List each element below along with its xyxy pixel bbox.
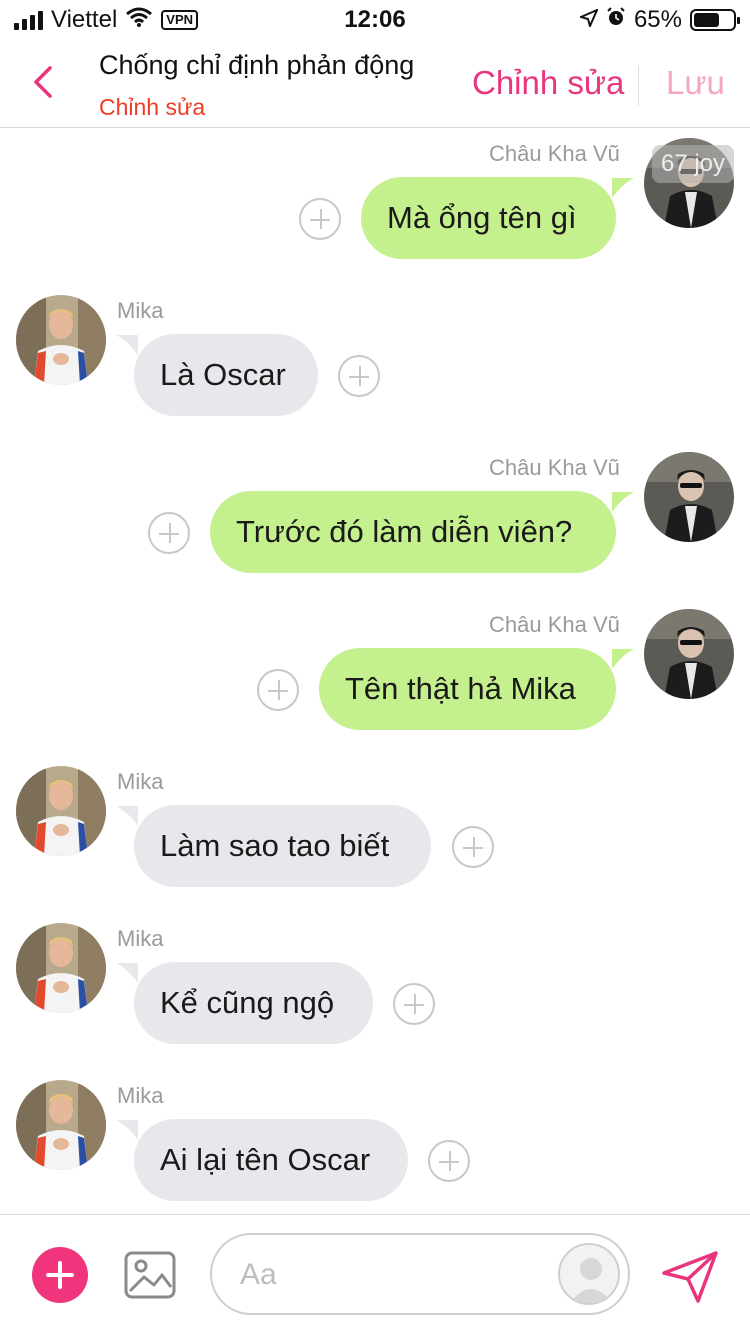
edit-button[interactable]: Chỉnh sửa bbox=[472, 64, 624, 102]
sender-name: Châu Kha Vũ bbox=[489, 141, 620, 166]
message-bubble[interactable]: Mà ổng tên gì bbox=[361, 177, 616, 259]
avatar[interactable] bbox=[16, 766, 106, 856]
add-reaction-icon[interactable] bbox=[148, 512, 190, 554]
image-picker-button[interactable] bbox=[124, 1249, 176, 1301]
avatar[interactable] bbox=[16, 923, 106, 1013]
sender-name: Mika bbox=[117, 1083, 164, 1108]
bubble-tail bbox=[116, 963, 138, 983]
add-attachment-button[interactable] bbox=[32, 1247, 88, 1303]
user-icon bbox=[570, 1258, 612, 1303]
chat-thread[interactable]: Châu Kha Vũ 67 joy Mà ổng tên gì Mika Là… bbox=[0, 129, 750, 1214]
message-bubble[interactable]: Là Oscar bbox=[134, 334, 318, 416]
avatar[interactable] bbox=[16, 1080, 106, 1170]
add-reaction-icon[interactable] bbox=[452, 826, 494, 868]
avatar[interactable] bbox=[644, 609, 734, 699]
battery-level bbox=[694, 13, 719, 27]
sender-name: Mika bbox=[117, 298, 164, 323]
chevron-left-icon bbox=[34, 66, 52, 98]
back-button[interactable] bbox=[24, 58, 64, 106]
sender-name: Châu Kha Vũ bbox=[489, 612, 620, 637]
add-reaction-icon[interactable] bbox=[338, 355, 380, 397]
message-bubble[interactable]: Làm sao tao biết bbox=[134, 805, 431, 887]
message-input[interactable] bbox=[240, 1253, 540, 1297]
watermark-label: 67 joy bbox=[652, 145, 734, 183]
bubble-tail bbox=[612, 492, 634, 512]
status-bar: Viettel VPN 12:06 65% bbox=[0, 0, 750, 40]
bubble-tail bbox=[116, 1120, 138, 1140]
send-button[interactable] bbox=[660, 1249, 720, 1305]
image-icon bbox=[124, 1251, 176, 1299]
send-icon bbox=[662, 1251, 718, 1303]
message-bubble[interactable]: Kể cũng ngộ bbox=[134, 962, 373, 1044]
bubble-tail bbox=[612, 178, 634, 198]
page-subtitle: Chỉnh sửa bbox=[99, 94, 206, 120]
avatar[interactable] bbox=[16, 295, 106, 385]
composer-bar bbox=[0, 1214, 750, 1334]
bubble-tail bbox=[116, 806, 138, 826]
save-button[interactable]: Lưu bbox=[666, 64, 725, 102]
alarm-icon bbox=[606, 6, 626, 34]
avatar[interactable] bbox=[644, 452, 734, 542]
battery-percent: 65% bbox=[633, 6, 682, 33]
bubble-tail bbox=[612, 649, 634, 669]
status-bar-right: 65% bbox=[578, 6, 740, 34]
sender-name: Mika bbox=[117, 769, 164, 794]
message-input-container[interactable] bbox=[210, 1233, 630, 1315]
page-title: Chống chỉ định phản động bbox=[99, 50, 415, 80]
bubble-tail bbox=[116, 335, 138, 355]
chat-header: Chống chỉ định phản động Chỉnh sửa Chỉnh… bbox=[0, 40, 750, 128]
location-icon bbox=[578, 6, 599, 34]
message-bubble[interactable]: Tên thật hả Mika bbox=[319, 648, 616, 730]
sender-name: Mika bbox=[117, 926, 164, 951]
persona-avatar-button[interactable] bbox=[558, 1243, 620, 1305]
message-bubble[interactable]: Ai lại tên Oscar bbox=[134, 1119, 408, 1201]
battery-icon bbox=[690, 9, 740, 31]
add-reaction-icon[interactable] bbox=[428, 1140, 470, 1182]
header-divider bbox=[638, 66, 639, 106]
add-reaction-icon[interactable] bbox=[299, 198, 341, 240]
add-reaction-icon[interactable] bbox=[257, 669, 299, 711]
message-bubble[interactable]: Trước đó làm diễn viên? bbox=[210, 491, 616, 573]
sender-name: Châu Kha Vũ bbox=[489, 455, 620, 480]
add-reaction-icon[interactable] bbox=[393, 983, 435, 1025]
